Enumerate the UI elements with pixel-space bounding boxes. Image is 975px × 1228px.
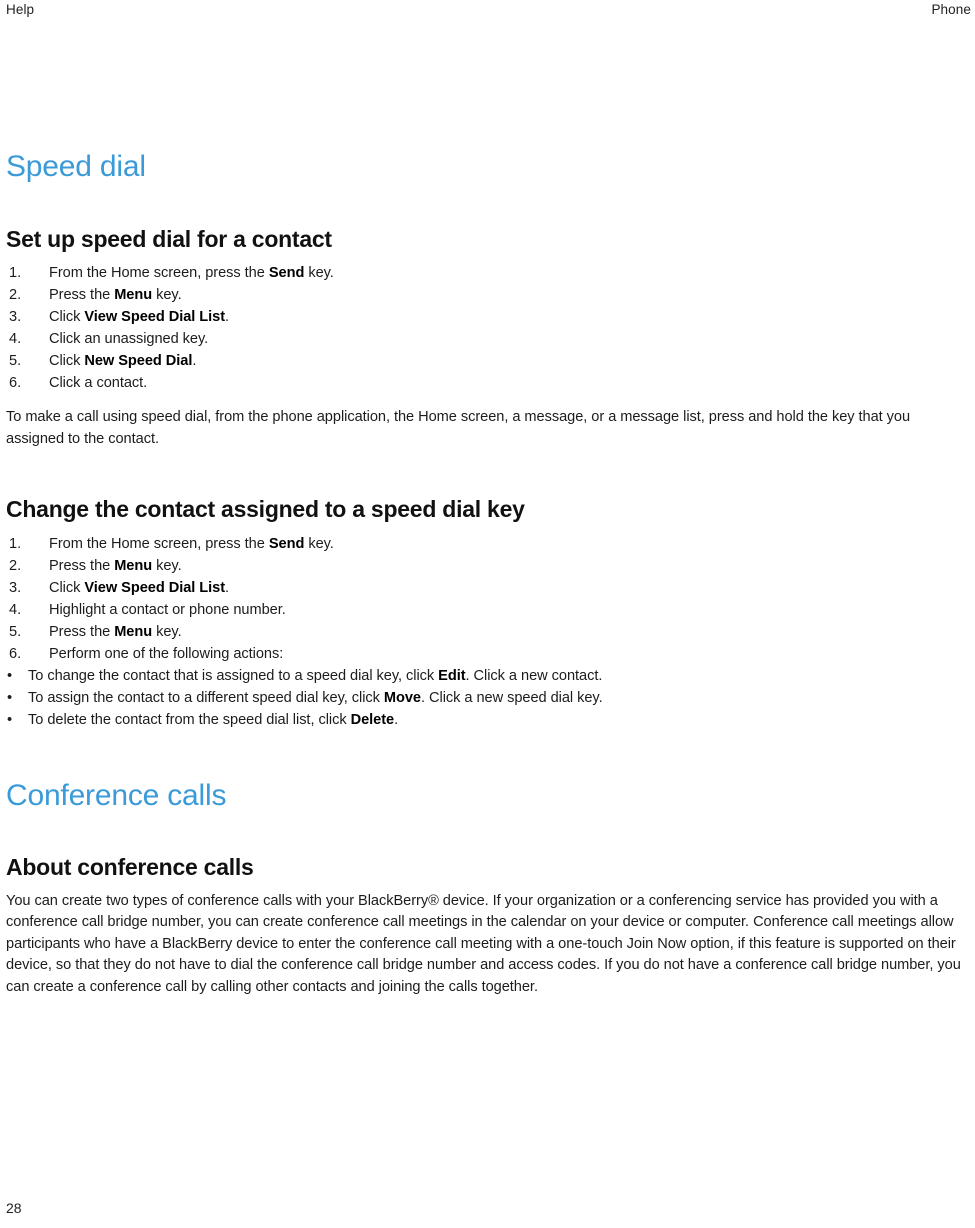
step-text: From the Home screen, press the (49, 535, 269, 552)
section-heading-set-up-speed-dial: Set up speed dial for a contact (6, 225, 332, 252)
chapter-heading-conference-calls: Conference calls (6, 778, 227, 812)
step-number: 3. (9, 579, 22, 596)
step-item: 3. Click View Speed Dial List. (6, 577, 971, 599)
step-item: 5. Click New Speed Dial. (6, 350, 971, 372)
step-item: 3. Click View Speed Dial List. (6, 306, 971, 328)
step-text: To assign the contact to a different spe… (28, 689, 384, 706)
step-item: 4. Highlight a contact or phone number. (6, 599, 971, 621)
step-text: Perform one of the following actions: (49, 645, 284, 662)
step-item: 5. Press the Menu key. (6, 621, 971, 643)
step-text: To delete the contact from the speed dia… (28, 711, 351, 728)
bullet-icon: • (7, 689, 13, 706)
step-text: Click (49, 353, 85, 370)
ui-term-bold: Send (268, 265, 305, 282)
section-heading-change-contact: Change the contact assigned to a speed d… (6, 496, 525, 523)
step-item: 2. Press the Menu key. (6, 555, 971, 577)
substep-item: • To change the contact that is assigned … (6, 665, 971, 687)
step-text: Press the (49, 557, 115, 574)
step-item: 4. Click an unassigned key. (6, 328, 971, 350)
step-item: 6. Perform one of the following actions: (6, 643, 971, 665)
running-head: Help Phone (0, 0, 975, 28)
step-text: Click an unassigned key. (49, 331, 209, 348)
step-number: 5. (9, 353, 22, 370)
ui-term-bold: New Speed Dial (84, 353, 193, 370)
step-text: . Click a new contact. (465, 667, 603, 684)
step-text: key. (152, 623, 182, 640)
step-text: key. (304, 265, 334, 282)
step-number: 2. (9, 287, 22, 304)
step-number: 4. (9, 331, 22, 348)
ui-term-bold: Menu (114, 557, 153, 574)
about-conference-calls-paragraph: You can create two types of conference c… (6, 892, 961, 995)
section-heading-about-conference-calls: About conference calls (6, 854, 254, 881)
step-text: . (394, 711, 399, 728)
ui-term-bold: Send (268, 535, 305, 552)
step-number: 1. (9, 535, 22, 552)
page-number: 28 (6, 1200, 22, 1216)
step-number: 6. (9, 645, 22, 662)
steps-list-set-up-speed-dial: 1. From the Home screen, press the Send k… (6, 262, 971, 394)
ui-term-bold: View Speed Dial List (84, 309, 226, 326)
step-text: . Click a new speed dial key. (421, 689, 603, 706)
step-text: key. (152, 557, 182, 574)
step-text: . (225, 309, 230, 326)
step-text: From the Home screen, press the (49, 265, 269, 282)
step-item: 1. From the Home screen, press the Send k… (6, 533, 971, 555)
step-item: 1. From the Home screen, press the Send k… (6, 262, 971, 284)
step-text: . (192, 353, 197, 370)
ui-term-bold: Menu (114, 287, 153, 304)
step-text: Highlight a contact or phone number. (49, 601, 286, 618)
running-head-right: Phone (931, 2, 971, 17)
step-item: 2. Press the Menu key. (6, 284, 971, 306)
steps-list-change-contact: 1. From the Home screen, press the Send k… (6, 533, 971, 665)
ui-term-bold: Delete (350, 711, 395, 728)
ui-term-bold: Menu (114, 623, 153, 640)
chapter-heading-speed-dial: Speed dial (6, 150, 146, 183)
step-text: Click (49, 579, 85, 596)
step-item: 6. Click a contact. (6, 372, 971, 394)
bullet-icon: • (7, 711, 13, 728)
step-text: Press the (49, 623, 115, 640)
bullet-icon: • (7, 667, 13, 684)
substeps-list-change-contact: • To change the contact that is assigned … (6, 665, 971, 731)
page-content: Speed dial Set up speed dial for a conta… (6, 150, 971, 998)
substep-item: • To delete the contact from the speed di… (6, 709, 971, 731)
substep-item: • To assign the contact to a different sp… (6, 687, 971, 709)
ui-term-bold: Move (383, 689, 421, 706)
step-number: 4. (9, 601, 22, 618)
ui-term-bold: Edit (438, 667, 466, 684)
step-text: key. (152, 287, 182, 304)
note-paragraph-speed-dial: To make a call using speed dial, from th… (6, 409, 911, 447)
step-number: 1. (9, 265, 22, 282)
step-number: 5. (9, 623, 22, 640)
running-head-left: Help (6, 2, 35, 17)
step-text: Click a contact. (49, 375, 148, 392)
step-text: To change the contact that is assigned t… (28, 667, 439, 684)
ui-term-bold: View Speed Dial List (84, 579, 226, 596)
step-number: 3. (9, 309, 22, 326)
step-number: 2. (9, 557, 22, 574)
step-text: Press the (49, 287, 115, 304)
step-text: Click (49, 309, 85, 326)
step-text: key. (304, 535, 334, 552)
step-number: 6. (9, 375, 22, 392)
document-page: Help Phone Speed dial Set up speed dial … (0, 0, 975, 1228)
step-text: . (225, 579, 230, 596)
